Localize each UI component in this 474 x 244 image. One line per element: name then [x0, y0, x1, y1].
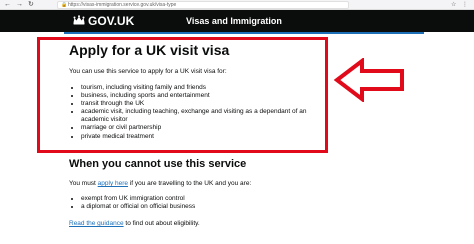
- list-item: exempt from UK immigration control: [81, 195, 195, 203]
- service-name-link[interactable]: Visas and Immigration: [186, 15, 282, 27]
- section-heading: When you cannot use this service: [69, 158, 247, 170]
- browser-toolbar: ← → ↻ 🔒 https://visas-immigration.servic…: [0, 0, 474, 10]
- browser-menu-icons[interactable]: ☆ ⋮: [451, 0, 470, 10]
- govuk-header: GOV.UK Visas and Immigration: [0, 10, 474, 32]
- crown-icon: [73, 15, 85, 25]
- exemption-list: exempt from UK immigration control a dip…: [69, 195, 195, 211]
- header-rule: [64, 32, 424, 34]
- govuk-logo-link[interactable]: GOV.UK: [88, 13, 134, 29]
- url-text[interactable]: https://visas-immigration.service.gov.uk…: [68, 2, 176, 9]
- forward-icon[interactable]: →: [16, 0, 23, 10]
- address-bar[interactable]: 🔒 https://visas-immigration.service.gov.…: [57, 1, 349, 9]
- apply-here-link[interactable]: apply here: [98, 180, 128, 187]
- red-highlight-box: [37, 37, 328, 153]
- guidance-text: Read the guidance to find out about elig…: [69, 220, 200, 227]
- must-apply-text: You must apply here if you are travellin…: [69, 180, 252, 187]
- reload-icon[interactable]: ↻: [28, 0, 34, 10]
- back-icon[interactable]: ←: [4, 0, 11, 10]
- lock-icon: 🔒: [61, 2, 68, 8]
- read-guidance-link[interactable]: Read the guidance: [69, 220, 124, 227]
- red-arrow-icon: [334, 58, 404, 102]
- list-item: a diplomat or official on official busin…: [81, 203, 195, 211]
